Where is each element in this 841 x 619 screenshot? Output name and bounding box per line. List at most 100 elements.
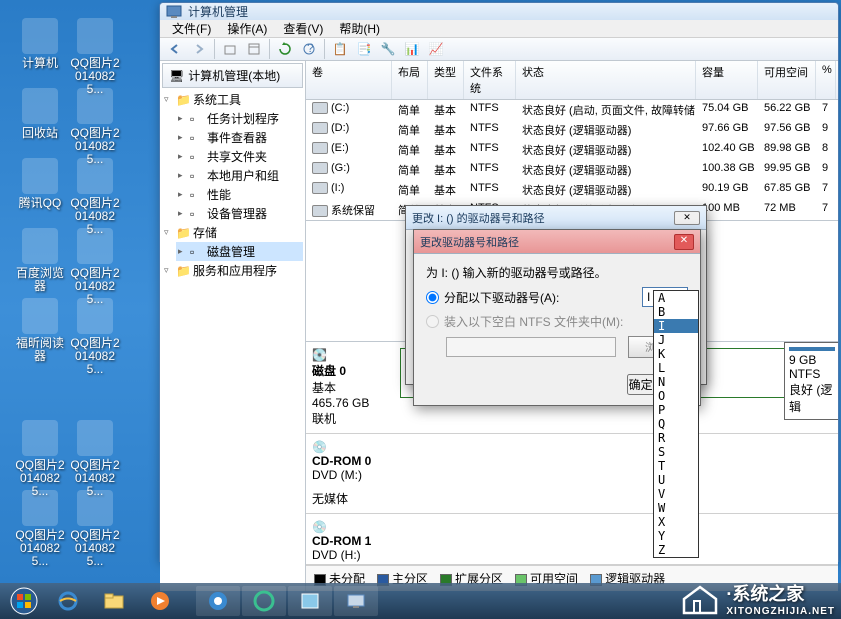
dialog-inner-titlebar[interactable]: 更改驱动器号和路径 ✕ — [414, 230, 700, 254]
drive-letter-option[interactable]: S — [654, 445, 698, 459]
tree-item[interactable]: ▸▫共享文件夹 — [176, 147, 303, 166]
desktop-icon-image — [22, 158, 58, 194]
volume-row[interactable]: (G:) 简单 基本 NTFS 状态良好 (逻辑驱动器) 100.38 GB 9… — [306, 160, 838, 180]
drive-letter-option[interactable]: V — [654, 487, 698, 501]
tool-props[interactable] — [243, 38, 265, 60]
tool-c[interactable]: 🔧 — [377, 38, 399, 60]
tree-group[interactable]: ▿📁服务和应用程序 — [162, 261, 303, 280]
cdrom-0-block: 💿 CD-ROM 0 DVD (M:) 无媒体 — [306, 434, 838, 514]
drive-letter-option[interactable]: W — [654, 501, 698, 515]
drive-letter-option[interactable]: N — [654, 375, 698, 389]
tree-item[interactable]: ▸▫设备管理器 — [176, 204, 303, 223]
menu-view[interactable]: 查看(V) — [275, 20, 331, 37]
drive-letter-option[interactable]: L — [654, 361, 698, 375]
drive-letter-dropdown-list[interactable]: ABIJKLNOPQRSTUVWXYZ — [653, 290, 699, 558]
drive-letter-option[interactable]: P — [654, 403, 698, 417]
taskbar-explorer[interactable] — [92, 586, 136, 616]
taskbar-ie[interactable] — [46, 586, 90, 616]
taskbar-qq[interactable] — [242, 586, 286, 616]
tool-up[interactable] — [219, 38, 241, 60]
drive-letter-option[interactable]: U — [654, 473, 698, 487]
desktop-icon[interactable]: QQ图片20140825... — [70, 298, 120, 377]
tool-e[interactable]: 📈 — [425, 38, 447, 60]
desktop-icon[interactable]: QQ图片20140825... — [70, 228, 120, 307]
titlebar[interactable]: 计算机管理 — [160, 3, 838, 20]
taskbar-media[interactable] — [138, 586, 182, 616]
col-capacity[interactable]: 容量 — [696, 61, 758, 99]
desktop-icon[interactable]: 回收站 — [15, 88, 65, 140]
tool-back[interactable] — [164, 38, 186, 60]
drive-letter-option[interactable]: Z — [654, 543, 698, 557]
drive-letter-option[interactable]: I — [654, 319, 698, 333]
inner-ok-button[interactable]: 确定 — [627, 374, 655, 395]
taskbar-mgmt[interactable] — [334, 586, 378, 616]
tree-item[interactable]: ▸▫事件查看器 — [176, 128, 303, 147]
desktop-icon[interactable]: QQ图片20140825... — [15, 420, 65, 499]
col-layout[interactable]: 布局 — [392, 61, 428, 99]
tree-group[interactable]: ▿📁系统工具 — [162, 90, 303, 109]
menu-action[interactable]: 操作(A) — [219, 20, 275, 37]
col-pct[interactable]: % — [816, 61, 836, 99]
dialog-outer-titlebar[interactable]: 更改 I: () 的驱动器号和路径 ✕ — [406, 206, 706, 230]
tree-item[interactable]: ▸▫磁盘管理 — [176, 242, 303, 261]
col-fs[interactable]: 文件系统 — [464, 61, 516, 99]
cdrom-icon: 💿 — [312, 440, 392, 454]
radio-mount-input[interactable] — [426, 315, 439, 328]
col-free[interactable]: 可用空间 — [758, 61, 816, 99]
taskbar-browser[interactable] — [196, 586, 240, 616]
desktop-icon[interactable]: QQ图片20140825... — [70, 420, 120, 499]
desktop-icon[interactable]: 百度浏览器 — [15, 228, 65, 293]
partition-hidden[interactable]: 9 GB NTFS 良好 (逻辑 — [784, 342, 838, 420]
volume-row[interactable]: (D:) 简单 基本 NTFS 状态良好 (逻辑驱动器) 97.66 GB 97… — [306, 120, 838, 140]
desktop-icon[interactable]: 腾讯QQ — [15, 158, 65, 210]
tool-d[interactable]: 📊 — [401, 38, 423, 60]
tree-root[interactable]: 🖥 计算机管理(本地) — [162, 63, 303, 88]
dialog-inner-title: 更改驱动器号和路径 — [420, 234, 674, 250]
drive-letter-option[interactable]: K — [654, 347, 698, 361]
desktop-icon[interactable]: QQ图片20140825... — [70, 490, 120, 569]
drive-letter-option[interactable]: X — [654, 515, 698, 529]
menu-file[interactable]: 文件(F) — [164, 20, 219, 37]
desktop-icon[interactable]: QQ图片20140825... — [70, 18, 120, 97]
radio-assign-letter[interactable]: 分配以下驱动器号(A): I — [426, 287, 688, 307]
menu-help[interactable]: 帮助(H) — [331, 20, 388, 37]
radio-assign-input[interactable] — [426, 291, 439, 304]
tree-item[interactable]: ▸▫性能 — [176, 185, 303, 204]
volume-row[interactable]: (I:) 简单 基本 NTFS 状态良好 (逻辑驱动器) 90.19 GB 67… — [306, 180, 838, 200]
dialog-inner-close-button[interactable]: ✕ — [674, 234, 694, 250]
dialog-outer-close-button[interactable]: ✕ — [674, 211, 700, 225]
desktop-icon[interactable]: QQ图片20140825... — [15, 490, 65, 569]
desktop-icon[interactable]: QQ图片20140825... — [70, 158, 120, 237]
radio-mount-folder[interactable]: 装入以下空白 NTFS 文件夹中(M): — [426, 313, 688, 330]
tool-refresh[interactable] — [274, 38, 296, 60]
tree-item[interactable]: ▸▫本地用户和组 — [176, 166, 303, 185]
desktop-icon[interactable]: 福昕阅读器 — [15, 298, 65, 363]
desktop-icon[interactable]: 计算机 — [15, 18, 65, 70]
desktop-icon-image — [22, 490, 58, 526]
volume-row[interactable]: (E:) 简单 基本 NTFS 状态良好 (逻辑驱动器) 102.40 GB 8… — [306, 140, 838, 160]
volume-row[interactable]: (C:) 简单 基本 NTFS 状态良好 (启动, 页面文件, 故障转储, 主分… — [306, 100, 838, 120]
col-type[interactable]: 类型 — [428, 61, 464, 99]
drive-letter-option[interactable]: O — [654, 389, 698, 403]
tool-b[interactable]: 📑 — [353, 38, 375, 60]
drive-letter-option[interactable]: J — [654, 333, 698, 347]
col-status[interactable]: 状态 — [516, 61, 696, 99]
col-volume[interactable]: 卷 — [306, 61, 392, 99]
tool-forward[interactable] — [188, 38, 210, 60]
tool-help[interactable]: ? — [298, 38, 320, 60]
desktop-icon[interactable]: QQ图片20140825... — [70, 88, 120, 167]
drive-letter-option[interactable]: B — [654, 305, 698, 319]
taskbar-image[interactable] — [288, 586, 332, 616]
drive-letter-option[interactable]: T — [654, 459, 698, 473]
drive-letter-option[interactable]: A — [654, 291, 698, 305]
drive-letter-option[interactable]: Y — [654, 529, 698, 543]
start-button[interactable] — [4, 586, 44, 616]
drive-icon — [312, 102, 328, 114]
tool-a[interactable]: 📋 — [329, 38, 351, 60]
drive-letter-option[interactable]: R — [654, 431, 698, 445]
item-icon: ▫ — [190, 207, 204, 221]
tree-item[interactable]: ▸▫任务计划程序 — [176, 109, 303, 128]
tree-group[interactable]: ▿📁存储 — [162, 223, 303, 242]
watermark: ·系统之家 XITONGZHIJIA.NET — [680, 580, 835, 617]
drive-letter-option[interactable]: Q — [654, 417, 698, 431]
